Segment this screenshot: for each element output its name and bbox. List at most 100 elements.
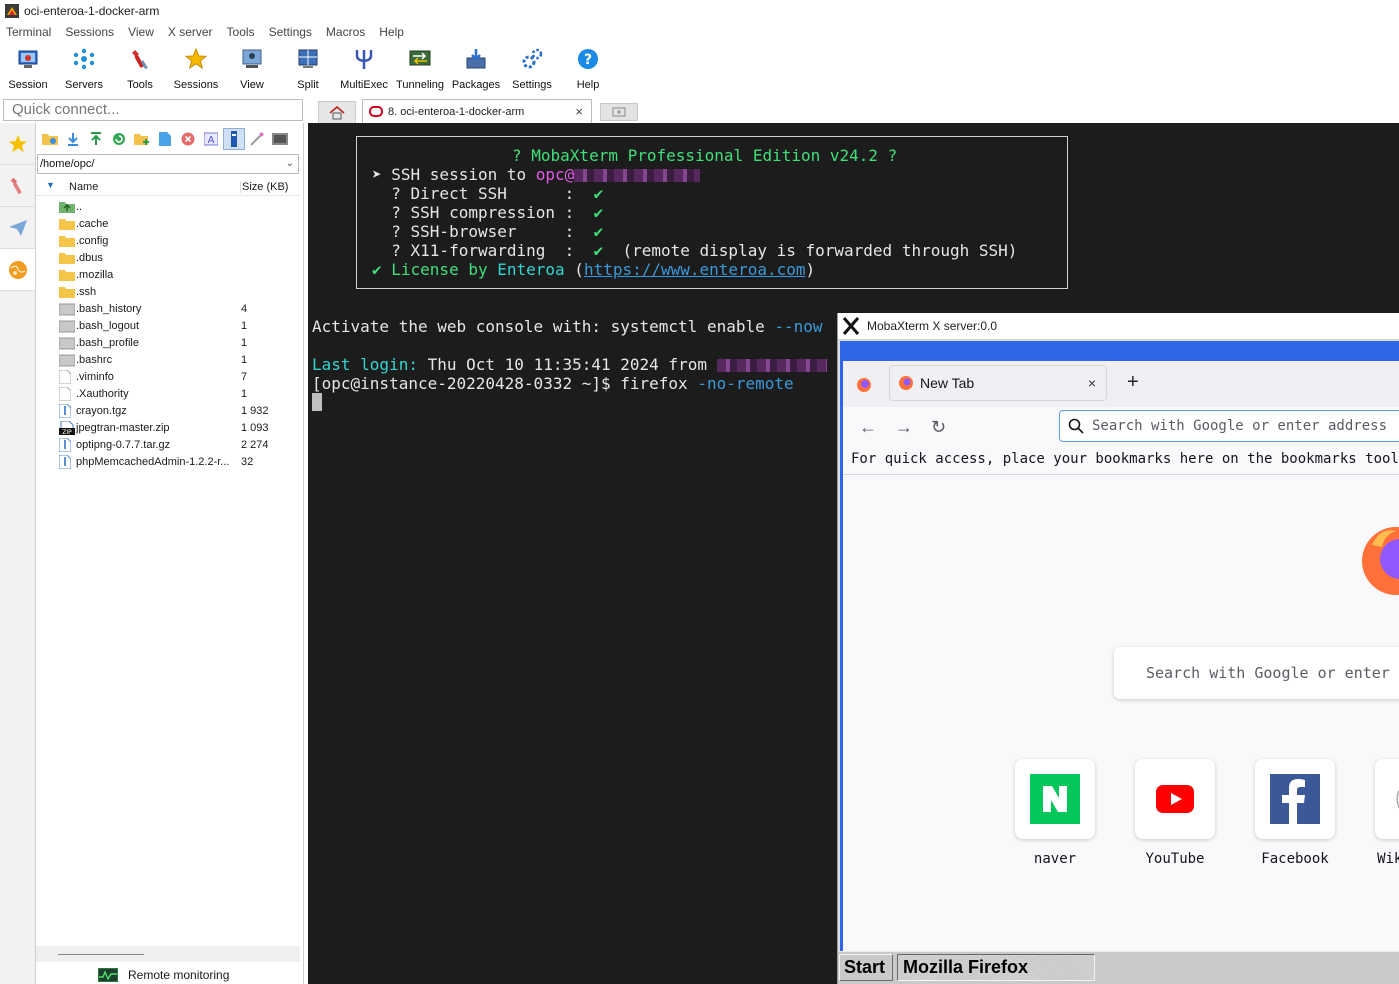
file-row[interactable]: .ssh: [36, 284, 300, 301]
column-name[interactable]: Name: [69, 181, 98, 193]
parent-folder-icon: [59, 200, 75, 214]
sftp-splitter[interactable]: [36, 946, 300, 962]
menu-settings[interactable]: Settings: [269, 25, 312, 39]
upload-icon[interactable]: [85, 128, 107, 150]
youtube-icon: [1156, 785, 1194, 813]
start-button[interactable]: Start: [839, 954, 893, 981]
settings-button[interactable]: Settings: [504, 43, 560, 97]
shortcut-naver[interactable]: naver: [1015, 759, 1095, 867]
taskbar-firefox-item[interactable]: Mozilla Firefox: [897, 954, 1095, 981]
remote-path-field[interactable]: /home/opc/ ⌄: [37, 154, 299, 174]
x-logo-icon: [842, 317, 860, 335]
new-tab-button[interactable]: [600, 103, 638, 121]
home-tab[interactable]: [318, 101, 356, 123]
file-size: 7: [241, 371, 248, 383]
file-row[interactable]: .mozilla: [36, 267, 300, 284]
hidden-file-icon: [58, 336, 76, 350]
firefox-search-box[interactable]: Search with Google or enter address: [1114, 647, 1399, 699]
sidebar-tab-macros[interactable]: [0, 207, 35, 249]
firefox-view-icon[interactable]: [853, 374, 875, 396]
sessions-button[interactable]: Sessions: [168, 43, 224, 97]
check-icon: ✔: [593, 241, 604, 260]
help-button[interactable]: ? Help: [560, 43, 616, 97]
reload-icon[interactable]: ↻: [931, 417, 946, 438]
menu-sessions[interactable]: Sessions: [65, 25, 114, 39]
file-row[interactable]: .dbus: [36, 250, 300, 267]
menu-help[interactable]: Help: [379, 25, 404, 39]
chevron-down-icon[interactable]: ⌄: [286, 155, 294, 173]
firefox-tab-close-button[interactable]: ×: [1088, 375, 1096, 391]
file-row[interactable]: .bash_profile 1: [36, 335, 300, 352]
help-icon: ?: [576, 47, 600, 71]
tools-button[interactable]: Tools: [112, 43, 168, 97]
youtube-label: YouTube: [1145, 851, 1205, 867]
license-line: ✔ License by Enteroa (https://www.entero…: [372, 260, 816, 279]
servers-button[interactable]: Servers: [56, 43, 112, 97]
file-name: .bash_profile: [76, 337, 139, 349]
tunneling-button[interactable]: Tunneling: [392, 43, 448, 97]
file-size: 2 274: [241, 439, 269, 451]
close-tab-button[interactable]: ×: [575, 104, 583, 119]
file-row[interactable]: .config: [36, 233, 300, 250]
refresh-icon[interactable]: [108, 128, 130, 150]
collapse-triangle-icon[interactable]: ▼: [46, 180, 55, 190]
license-link[interactable]: https://www.enteroa.com: [584, 260, 806, 279]
shortcut-facebook[interactable]: Facebook: [1255, 759, 1335, 867]
file-row[interactable]: optipng-0.7.7.tar.gz 2 274: [36, 437, 300, 454]
file-row[interactable]: .bashrc 1: [36, 352, 300, 369]
menu-terminal[interactable]: Terminal: [6, 25, 51, 39]
x-server-titlebar[interactable]: MobaXterm X server:0.0: [838, 313, 1399, 340]
file-row[interactable]: .bash_logout 1: [36, 318, 300, 335]
sidebar-tab-sessions[interactable]: [0, 123, 35, 165]
view-button[interactable]: View: [224, 43, 280, 97]
x-server-window: MobaXterm X server:0.0 New Tab × + ← → ↻…: [837, 313, 1399, 984]
file-row[interactable]: .cache: [36, 216, 300, 233]
session-button[interactable]: Session: [0, 43, 56, 97]
firefox-tab-new-tab[interactable]: New Tab ×: [889, 365, 1107, 401]
file-row[interactable]: .bash_history 4: [36, 301, 300, 318]
menu-x-server[interactable]: X server: [168, 25, 213, 39]
menu-view[interactable]: View: [128, 25, 154, 39]
download-icon[interactable]: [62, 128, 84, 150]
file-row[interactable]: ..: [36, 199, 300, 216]
file-row[interactable]: .viminfo 7: [36, 369, 300, 386]
split-button[interactable]: Split: [280, 43, 336, 97]
file-row[interactable]: .Xauthority 1: [36, 386, 300, 403]
shortcut-youtube[interactable]: YouTube: [1135, 759, 1215, 867]
remote-monitoring-toggle[interactable]: Remote monitoring: [98, 968, 229, 982]
forward-arrow-icon[interactable]: →: [895, 417, 913, 438]
session-tab-active[interactable]: 8. oci-enteroa-1-docker-arm ×: [362, 99, 592, 123]
file-row[interactable]: ZIP jpegtran-master.zip 1 093: [36, 420, 300, 437]
shortcut-wikipedia[interactable]: Wikipedia: [1375, 759, 1399, 867]
multiexec-button[interactable]: MultiExec: [336, 43, 392, 97]
search-box-placeholder: Search with Google or enter address: [1146, 664, 1399, 682]
delete-icon[interactable]: [177, 128, 199, 150]
activate-text: Activate the web console with: systemctl…: [312, 317, 765, 336]
file-name: crayon.tgz: [76, 405, 127, 417]
menu-tools[interactable]: Tools: [227, 25, 255, 39]
svg-text:ZIP: ZIP: [62, 429, 72, 435]
packages-button[interactable]: Packages: [448, 43, 504, 97]
column-size[interactable]: Size (KB): [240, 181, 288, 193]
firefox-new-tab-button[interactable]: +: [1127, 371, 1139, 394]
back-arrow-icon[interactable]: ←: [859, 417, 877, 438]
redacted-host: [574, 169, 701, 182]
open-folder-icon[interactable]: [39, 128, 61, 150]
sidebar-tab-sftp[interactable]: [0, 249, 35, 291]
file-row[interactable]: crayon.tgz 1 932: [36, 403, 300, 420]
menu-macros[interactable]: Macros: [326, 25, 365, 39]
terminal-follow-icon[interactable]: [269, 128, 291, 150]
sidebar-tab-tools[interactable]: [0, 165, 35, 207]
new-file-icon[interactable]: [154, 128, 176, 150]
new-folder-icon[interactable]: [131, 128, 153, 150]
firefox-tab-label: New Tab: [920, 375, 975, 391]
main-toolbar: Session Servers Tools Sessions View Spli…: [0, 43, 1399, 97]
magic-wand-icon[interactable]: [246, 128, 268, 150]
search-icon: [1068, 418, 1084, 434]
permissions-icon[interactable]: [223, 128, 245, 150]
rename-icon[interactable]: A: [200, 128, 222, 150]
folder-icon: [59, 234, 75, 248]
firefox-address-bar[interactable]: Search with Google or enter address: [1059, 410, 1399, 442]
quick-connect-input[interactable]: Quick connect...: [3, 99, 303, 121]
file-row[interactable]: phpMemcachedAdmin-1.2.2-r... 32: [36, 454, 300, 471]
